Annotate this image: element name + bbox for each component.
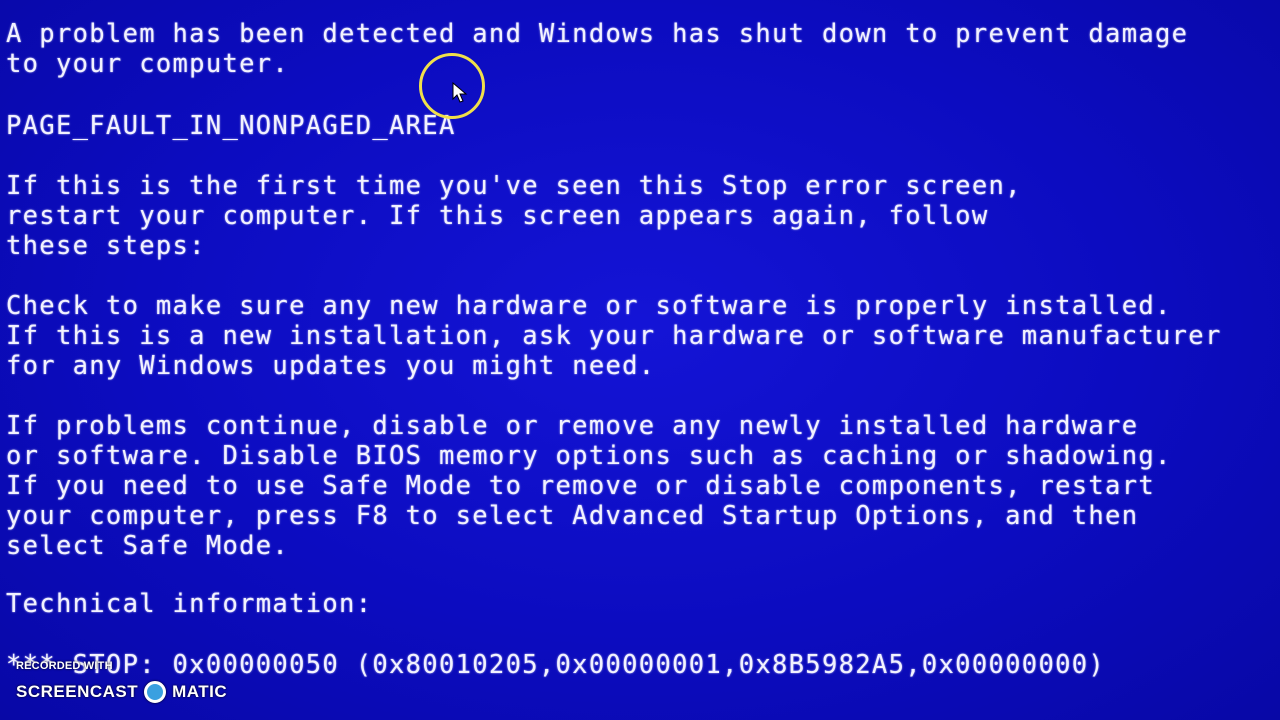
problems-continue-line-5: select Safe Mode. (6, 531, 290, 561)
instructions-line-3: these steps: (6, 231, 206, 261)
check-hardware-line-3: for any Windows updates you might need. (6, 351, 656, 381)
problems-continue-line-2: or software. Disable BIOS memory options… (6, 441, 1172, 471)
error-header-line-1: A problem has been detected and Windows … (6, 19, 1189, 49)
problems-continue-line-3: If you need to use Safe Mode to remove o… (6, 471, 1156, 501)
brand-right-text: MATIC (172, 682, 228, 701)
screencast-o-matic-logo-icon (144, 681, 167, 703)
problems-continue-line-1: If problems continue, disable or remove … (6, 411, 1139, 441)
screencast-brand: SCREENCAST MATIC (16, 680, 227, 704)
instructions-line-1: If this is the first time you've seen th… (6, 171, 1022, 201)
check-hardware-line-2: If this is a new installation, ask your … (6, 321, 1222, 351)
check-hardware-line-1: Check to make sure any new hardware or s… (6, 291, 1172, 321)
stop-code-name: PAGE_FAULT_IN_NONPAGED_AREA (6, 111, 456, 141)
problems-continue-line-4: your computer, press F8 to select Advanc… (6, 501, 1139, 531)
technical-information-heading: Technical information: (6, 589, 373, 619)
mouse-pointer-icon (452, 82, 468, 103)
screencast-watermark: RECORDED WITH SCREENCAST MATIC (14, 658, 254, 708)
error-header-line-2: to your computer. (6, 49, 290, 79)
instructions-line-2: restart your computer. If this screen ap… (6, 201, 989, 231)
brand-left-text: SCREENCAST (16, 682, 139, 701)
recorded-with-label: RECORDED WITH (16, 660, 113, 672)
bsod-screen: A problem has been detected and Windows … (0, 0, 1280, 720)
